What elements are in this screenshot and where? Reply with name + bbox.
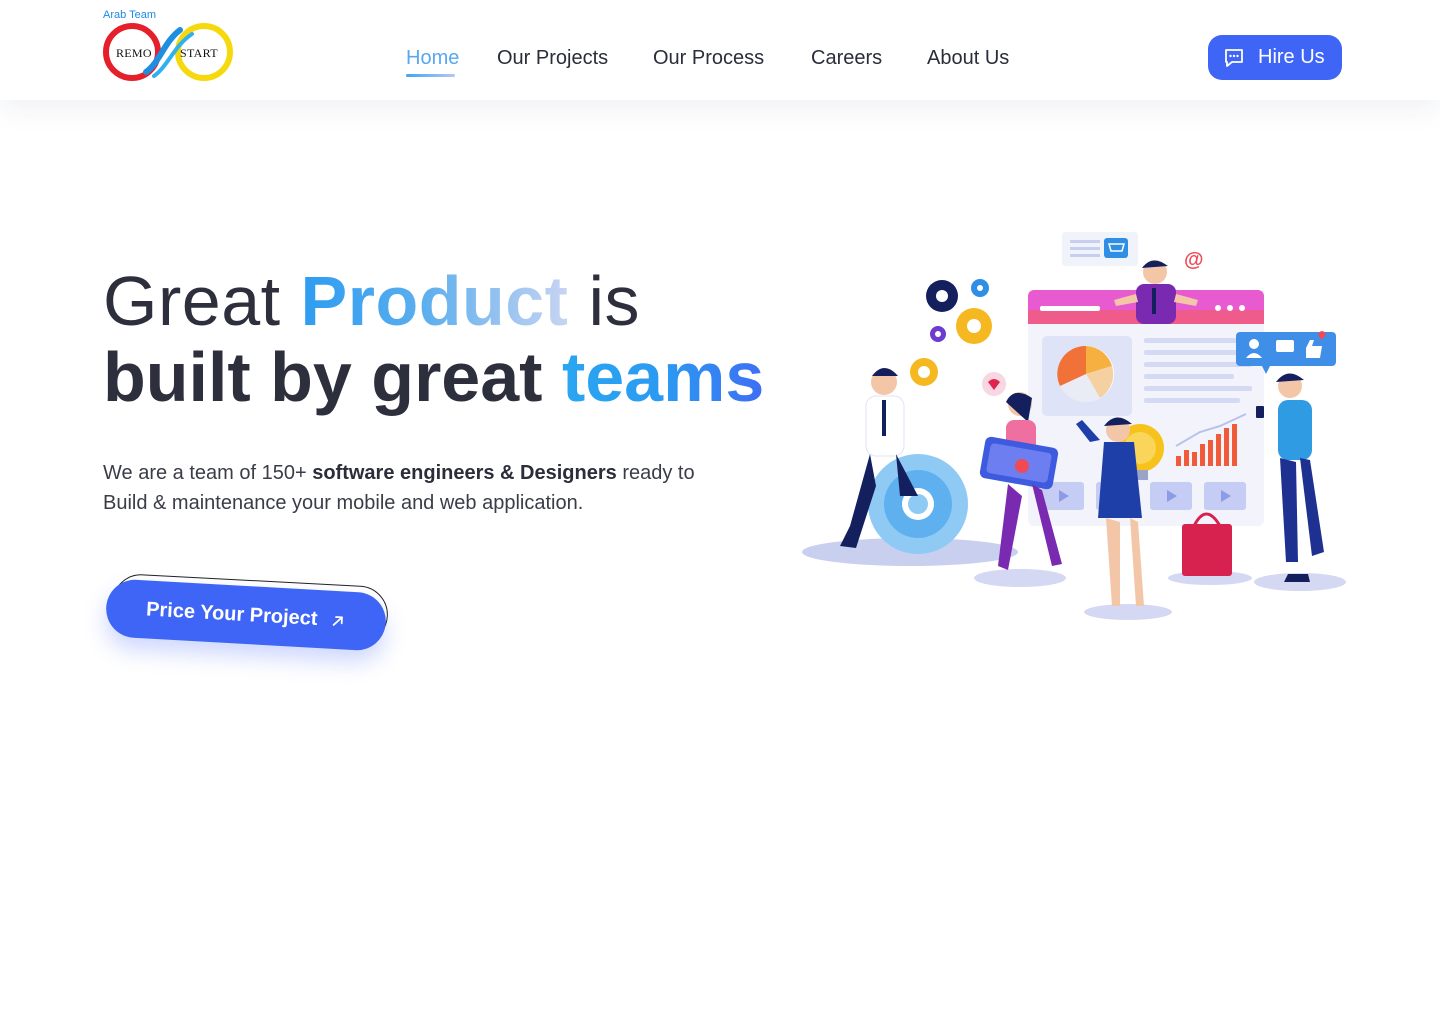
heading-word-is: is	[588, 262, 640, 340]
nav-item-our-process[interactable]: Our Process	[653, 47, 764, 70]
blue-gear-icon	[868, 454, 968, 554]
chat-icon	[1225, 49, 1243, 67]
top-navbar: Arab Team REMO START Home Our Projects O…	[0, 0, 1440, 100]
hire-us-button[interactable]: Hire Us	[1208, 35, 1342, 80]
hero-heading-line1: Great Product is	[103, 262, 823, 340]
browser-window	[1028, 290, 1264, 526]
nav-item-careers[interactable]: Careers	[811, 47, 882, 70]
nav-active-underline	[406, 74, 455, 77]
logo-remo-text: REMO	[116, 46, 152, 60]
heading-built-by-great: built by great	[103, 338, 543, 416]
gears-cluster-icon	[910, 279, 992, 386]
floor-shadow	[974, 569, 1066, 587]
heading-word-great: Great	[103, 262, 281, 340]
at-sign-icon: @	[1184, 249, 1204, 271]
floating-list-card	[1062, 232, 1138, 266]
nav-item-about-us[interactable]: About Us	[927, 47, 1009, 70]
cta-label: Price Your Project	[145, 598, 319, 630]
hero-heading: Great Product is built by great teams	[103, 262, 823, 414]
floor-shadow	[1084, 604, 1172, 620]
logo[interactable]: Arab Team REMO START	[102, 8, 236, 88]
arrow-up-right-icon	[332, 616, 343, 626]
hero-heading-line2: built by great teams	[103, 340, 823, 414]
nav-item-our-projects[interactable]: Our Projects	[497, 47, 608, 70]
nav-item-home[interactable]: Home	[406, 47, 459, 70]
hire-us-label: Hire Us	[1258, 46, 1325, 68]
person-man-with-phone	[1256, 373, 1324, 582]
heading-highlight-product: Product	[300, 262, 569, 340]
cta-wrapper: Price Your Project	[104, 572, 390, 666]
logo-tagline: Arab Team	[103, 9, 156, 21]
hero-subtitle: We are a team of 150+ software engineers…	[103, 458, 743, 518]
subtitle-pre: We are a team of 150+	[103, 462, 307, 484]
logo-start-text: START	[180, 46, 218, 60]
subtitle-bold: software engineers & Designers	[312, 462, 617, 484]
heading-highlight-teams: teams	[561, 338, 765, 416]
team-collaboration-illustration: @	[802, 232, 1346, 620]
